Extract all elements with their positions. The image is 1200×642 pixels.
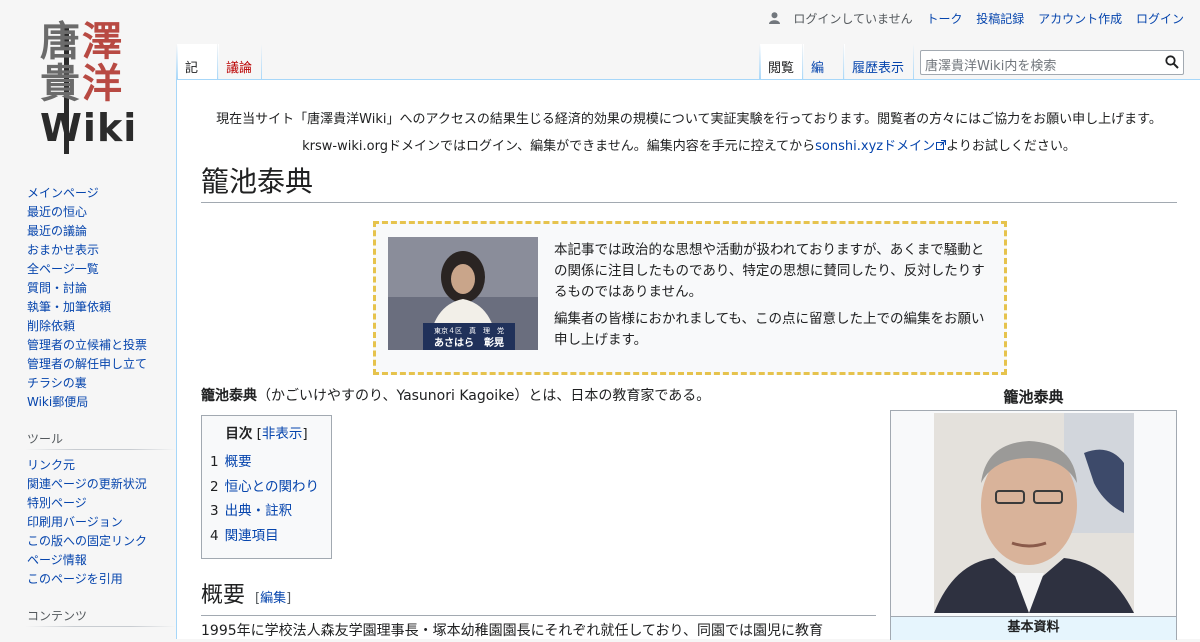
notice-text: 本記事では政治的な思想や活動が扱われておりますが、あくまで騒動との関係に注目した… bbox=[554, 240, 994, 357]
site-notice: 現在当サイト「唐澤貴洋Wiki」へのアクセスの結果生じる経済的効果の規模について… bbox=[177, 106, 1200, 160]
tab-separator bbox=[913, 44, 914, 80]
toc-item[interactable]: 4 関連項目 bbox=[210, 524, 323, 549]
notice-paragraph-1: 本記事では政治的な思想や活動が扱われておりますが、あくまで騒動との関係に注目した… bbox=[554, 242, 985, 300]
sidebar-item-recent-discussions[interactable]: 最近の議論 bbox=[27, 224, 87, 238]
search-icon[interactable] bbox=[1165, 55, 1179, 69]
svg-text:東京４区 真 理 党: 東京４区 真 理 党 bbox=[434, 326, 504, 335]
tools-heading: ツール bbox=[25, 426, 176, 450]
tab-discussion[interactable]: 議論 bbox=[218, 44, 261, 80]
toc-item[interactable]: 2 恒心との関わり bbox=[210, 475, 323, 500]
login-link[interactable]: ログイン bbox=[1136, 12, 1184, 26]
search-placeholder: 唐澤貴洋Wiki内を検索 bbox=[925, 59, 1057, 74]
logo-line-3: Wiki bbox=[40, 106, 138, 150]
create-account-link[interactable]: アカウント作成 bbox=[1038, 12, 1122, 26]
toc-title: 目次 [非表示] bbox=[225, 426, 308, 442]
lead-paragraph: 籠池泰典（かごいけやすのり、Yasunori Kagoike）とは、日本の教育家… bbox=[201, 388, 711, 404]
contents-heading: コンテンツ bbox=[25, 603, 176, 627]
toc-toggle-link[interactable]: 非表示 bbox=[262, 426, 303, 442]
sidebar-item-related-changes[interactable]: 関連ページの更新状況 bbox=[27, 477, 147, 491]
section-edit-link[interactable]: 編集 bbox=[260, 591, 286, 606]
sidebar: メインページ 最近の恒心 最近の議論 おまかせ表示 全ページ一覧 質問・討論 執… bbox=[0, 176, 176, 633]
site-notice-line-1: 現在当サイト「唐澤貴洋Wiki」へのアクセスの結果生じる経済的効果の規模について… bbox=[216, 112, 1162, 127]
logo-line-1: 唐澤 bbox=[40, 18, 124, 65]
sidebar-item-permalink[interactable]: この版への固定リンク bbox=[27, 534, 147, 548]
user-icon bbox=[769, 12, 781, 24]
toc-item[interactable]: 3 出典・註釈 bbox=[210, 499, 323, 524]
infobox-section-basic: 基本資料 bbox=[891, 616, 1176, 640]
tab-article[interactable]: 記事 bbox=[177, 44, 217, 95]
tab-history[interactable]: 履歴表示 bbox=[844, 44, 913, 80]
table-of-contents: 目次 [非表示] 1 概要 2 恒心との関わり 3 出典・註釈 4 関連項目 bbox=[201, 415, 332, 559]
portrait-icon bbox=[934, 413, 1134, 613]
sidebar-item-deletion-requests[interactable]: 削除依頼 bbox=[27, 319, 75, 333]
logo-line-2: 貴洋 bbox=[40, 60, 124, 107]
sidebar-item-main-page[interactable]: メインページ bbox=[27, 186, 99, 200]
tab-read[interactable]: 閲覧 bbox=[760, 44, 802, 80]
sidebar-navigation: メインページ 最近の恒心 最近の議論 おまかせ表示 全ページ一覧 質問・討論 執… bbox=[27, 184, 176, 412]
sidebar-item-questions[interactable]: 質問・討論 bbox=[27, 281, 87, 295]
svg-text:あさはら 彰晃: あさはら 彰晃 bbox=[434, 336, 504, 349]
sidebar-item-admin-election[interactable]: 管理者の立候補と投票 bbox=[27, 338, 147, 352]
lead-bold-name: 籠池泰典 bbox=[201, 388, 257, 404]
tab-edit[interactable]: 編集 bbox=[803, 44, 843, 95]
sidebar-item-writing-requests[interactable]: 執筆・加筆依頼 bbox=[27, 300, 111, 314]
sidebar-tools: ツール リンク元 関連ページの更新状況 特別ページ 印刷用バージョン この版への… bbox=[25, 426, 176, 589]
infobox: 籠池泰典 基本資料 bbox=[890, 386, 1177, 640]
sidebar-item-random[interactable]: おまかせ表示 bbox=[27, 243, 99, 257]
tab-separator bbox=[261, 44, 262, 80]
contributions-link[interactable]: 投稿記録 bbox=[976, 12, 1024, 26]
site-logo[interactable]: 唐澤 貴洋 Wiki bbox=[20, 14, 156, 154]
political-notice-box: 東京４区 真 理 党 あさはら 彰晃 本記事では政治的な思想や活動が扱われており… bbox=[373, 221, 1007, 375]
sidebar-item-cite[interactable]: このページを引用 bbox=[27, 572, 123, 586]
external-link-icon bbox=[936, 140, 947, 150]
personal-tools: ログインしていません トーク 投稿記録 アカウント作成 ログイン bbox=[769, 10, 1184, 27]
sidebar-item-all-pages[interactable]: 全ページ一覧 bbox=[27, 262, 99, 276]
sidebar-item-page-info[interactable]: ページ情報 bbox=[27, 553, 87, 567]
person-photo-icon: 東京４区 真 理 党 あさはら 彰晃 bbox=[388, 237, 538, 350]
sidebar-item-wiki-post[interactable]: Wiki郵便局 bbox=[27, 395, 88, 409]
infobox-title: 籠池泰典 bbox=[1003, 388, 1064, 406]
sidebar-item-flyer[interactable]: チラシの裏 bbox=[27, 376, 87, 390]
notice-image[interactable]: 東京４区 真 理 党 あさはら 彰晃 bbox=[388, 237, 538, 350]
search-input[interactable]: 唐澤貴洋Wiki内を検索 bbox=[920, 50, 1184, 75]
talk-link[interactable]: トーク bbox=[926, 12, 962, 26]
section-heading-overview: 概要 [編集] bbox=[201, 580, 876, 616]
page-title: 籠池泰典 bbox=[201, 164, 1177, 203]
sidebar-item-special-pages[interactable]: 特別ページ bbox=[27, 496, 87, 510]
main-content: 現在当サイト「唐澤貴洋Wiki」へのアクセスの結果生じる経済的効果の規模について… bbox=[176, 79, 1200, 640]
infobox-photo[interactable] bbox=[934, 413, 1134, 613]
sidebar-item-admin-removal[interactable]: 管理者の解任申し立て bbox=[27, 357, 147, 371]
overview-paragraph: 1995年に学校法人森友学園理事長・塚本幼稚園園長にそれぞれ就任しており、同園で… bbox=[201, 623, 823, 639]
sidebar-item-whatlinkshere[interactable]: リンク元 bbox=[27, 458, 75, 472]
section-edit: [編集] bbox=[255, 591, 292, 606]
sidebar-item-print[interactable]: 印刷用バージョン bbox=[27, 515, 123, 529]
infobox-body: 基本資料 bbox=[890, 410, 1177, 640]
sidebar-contents: コンテンツ bbox=[25, 603, 176, 627]
sidebar-item-recent-changes[interactable]: 最近の恒心 bbox=[27, 205, 87, 219]
site-notice-line-2: krsw-wiki.orgドメインではログイン、編集ができません。編集内容を手元… bbox=[302, 139, 1076, 154]
notice-paragraph-2: 編集者の皆様におかれましても、この点に留意した上での編集をお願い申し上げます。 bbox=[554, 311, 985, 348]
sonshi-domain-link[interactable]: sonshi.xyzドメイン bbox=[815, 139, 947, 154]
not-logged-in-status: ログインしていません bbox=[769, 12, 916, 26]
toc-item[interactable]: 1 概要 bbox=[210, 450, 323, 475]
